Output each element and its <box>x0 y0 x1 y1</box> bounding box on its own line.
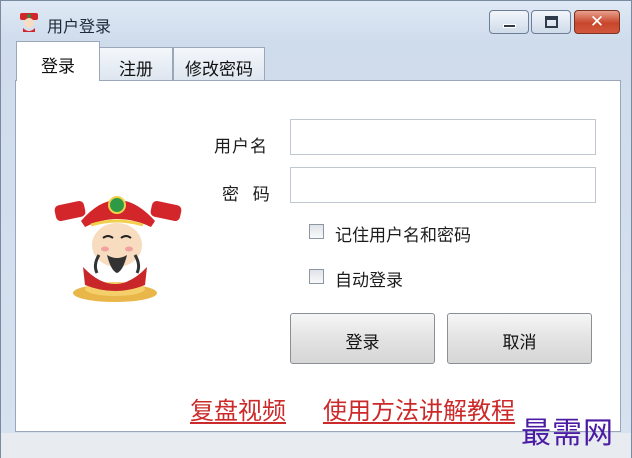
remember-label[interactable]: 记住用户名和密码 <box>335 221 471 246</box>
tab-strip: 登录 注册 修改密码 <box>11 41 623 81</box>
maximize-button[interactable] <box>531 10 571 34</box>
username-label: 用户名 <box>214 137 268 157</box>
close-button[interactable]: ✕ <box>574 10 620 34</box>
autologin-checkbox[interactable] <box>309 269 324 284</box>
replay-video-link[interactable]: 复盘视频 <box>190 391 286 426</box>
watermark: 最需网 <box>521 416 614 451</box>
tab-change-password[interactable]: 修改密码 <box>173 47 265 81</box>
username-input[interactable] <box>290 119 596 155</box>
minimize-icon <box>503 24 516 28</box>
close-icon: ✕ <box>589 12 605 32</box>
password-label: 密 码 <box>222 185 271 205</box>
maximize-icon <box>545 16 558 28</box>
window-title: 用户登录 <box>47 17 112 36</box>
god-of-wealth-icon <box>20 13 38 32</box>
login-window: 用户登录 ✕ 登录 注册 修改密码 用户名 密 码 记住用户名和密码 自动登录 … <box>0 0 632 458</box>
cancel-button[interactable]: 取消 <box>447 313 592 364</box>
tutorial-link[interactable]: 使用方法讲解教程 <box>323 391 515 426</box>
tab-login[interactable]: 登录 <box>16 41 100 81</box>
tab-register[interactable]: 注册 <box>99 47 173 81</box>
password-input[interactable] <box>290 167 596 203</box>
minimize-button[interactable] <box>489 10 529 34</box>
god-of-wealth-mascot <box>54 196 182 302</box>
login-button[interactable]: 登录 <box>290 313 435 364</box>
title-bar[interactable]: 用户登录 ✕ <box>1 1 631 39</box>
remember-checkbox[interactable] <box>309 224 324 239</box>
autologin-label[interactable]: 自动登录 <box>335 266 403 291</box>
